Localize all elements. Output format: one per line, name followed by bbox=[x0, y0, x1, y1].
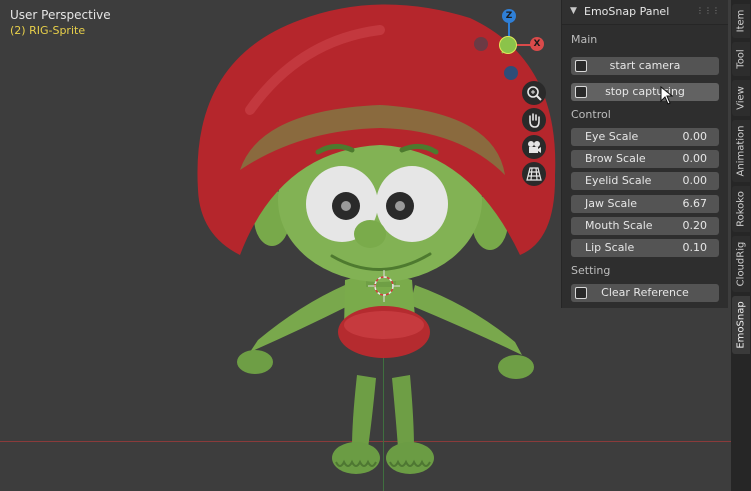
character-nose bbox=[354, 220, 386, 248]
section-setting-label: Setting bbox=[571, 264, 611, 277]
lip-scale-field[interactable]: Lip Scale 0.10 bbox=[571, 239, 719, 257]
camera-icon bbox=[528, 141, 541, 153]
mouse-pointer-icon bbox=[660, 86, 674, 105]
start-camera-button[interactable]: start camera bbox=[571, 57, 719, 75]
active-object-label: (2) RIG-Sprite bbox=[10, 24, 86, 37]
gizmo-negative-x-button[interactable] bbox=[474, 37, 488, 51]
zoom-button[interactable] bbox=[522, 81, 546, 105]
panel-title: EmoSnap Panel bbox=[584, 5, 670, 18]
mouth-scale-field[interactable]: Mouth Scale 0.20 bbox=[571, 217, 719, 235]
section-main-label: Main bbox=[571, 33, 598, 46]
camera-view-button[interactable] bbox=[522, 135, 546, 159]
panel-header[interactable]: ▼ EmoSnap Panel ⋮⋮⋮ bbox=[562, 0, 728, 25]
gizmo-z-axis-button[interactable]: Z bbox=[502, 9, 516, 23]
tab-tool[interactable]: Tool bbox=[732, 42, 750, 76]
viewport-perspective-label: User Perspective bbox=[10, 8, 111, 22]
zoom-icon bbox=[527, 86, 542, 101]
tab-rokoko[interactable]: Rokoko bbox=[732, 186, 750, 232]
character-legs bbox=[332, 375, 434, 474]
pan-button[interactable] bbox=[522, 108, 546, 132]
drag-handle-icon[interactable]: ⋮⋮⋮ bbox=[696, 6, 720, 15]
gizmo-x-axis-button[interactable]: X bbox=[530, 37, 544, 51]
gizmo-negative-z-button[interactable] bbox=[504, 66, 518, 80]
eye-scale-field[interactable]: Eye Scale 0.00 bbox=[571, 128, 719, 146]
jaw-scale-field[interactable]: Jaw Scale 6.67 bbox=[571, 195, 719, 213]
tab-emosnap[interactable]: EmoSnap bbox=[732, 296, 750, 354]
tab-animation[interactable]: Animation bbox=[732, 120, 750, 182]
sidebar-tabs: Item Tool View Animation Rokoko CloudRig… bbox=[731, 0, 751, 491]
eyelid-scale-field[interactable]: Eyelid Scale 0.00 bbox=[571, 172, 719, 190]
emosnap-panel: ▼ EmoSnap Panel ⋮⋮⋮ Main start camera st… bbox=[561, 0, 728, 308]
chevron-down-icon[interactable]: ▼ bbox=[570, 6, 580, 16]
hand-pan-icon bbox=[529, 113, 540, 128]
grid-perspective-icon bbox=[526, 167, 542, 181]
tab-view[interactable]: View bbox=[732, 80, 750, 116]
gizmo-y-axis-button[interactable] bbox=[499, 36, 517, 54]
brow-scale-field[interactable]: Brow Scale 0.00 bbox=[571, 150, 719, 168]
section-control-label: Control bbox=[571, 108, 611, 121]
clear-reference-button[interactable]: Clear Reference bbox=[571, 284, 719, 302]
perspective-toggle-button[interactable] bbox=[522, 162, 546, 186]
stop-capturing-button[interactable]: stop capturing bbox=[571, 83, 719, 101]
tab-item[interactable]: Item bbox=[732, 4, 750, 38]
tab-cloudrig[interactable]: CloudRig bbox=[732, 236, 750, 292]
